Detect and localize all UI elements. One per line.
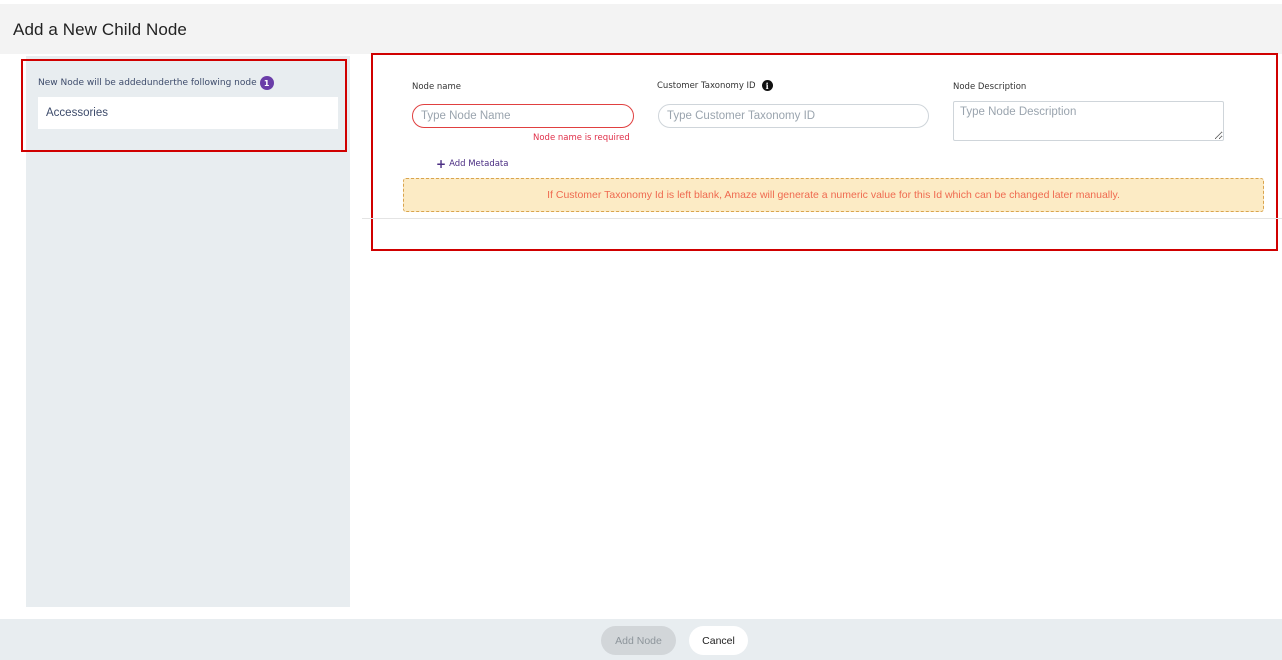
- taxonomy-id-notice: If Customer Taxonomy Id is left blank, A…: [403, 178, 1264, 212]
- info-badge-icon: 1: [259, 76, 274, 90]
- add-metadata-button[interactable]: + Add Metadata: [436, 157, 508, 171]
- parent-node-caption-text: New Node will be addedunderthe following…: [38, 78, 257, 88]
- node-description-textarea[interactable]: [953, 101, 1224, 141]
- parent-node-caption: New Node will be addedunderthe following…: [38, 76, 274, 90]
- node-name-label: Node name: [412, 82, 461, 92]
- add-metadata-label: Add Metadata: [449, 159, 509, 169]
- taxonomy-id-label: Customer Taxonomy ID i: [657, 80, 773, 91]
- node-name-input[interactable]: [412, 104, 634, 128]
- dialog-header: Add a New Child Node: [0, 4, 1282, 54]
- form-highlight: [371, 53, 1278, 251]
- add-node-button[interactable]: Add Node: [601, 626, 676, 655]
- taxonomy-id-input[interactable]: [658, 104, 929, 128]
- form-divider: [362, 218, 1282, 219]
- taxonomy-id-label-text: Customer Taxonomy ID: [657, 80, 756, 91]
- node-name-error: Node name is required: [533, 133, 630, 143]
- dialog-title: Add a New Child Node: [13, 20, 187, 39]
- cancel-button[interactable]: Cancel: [689, 626, 748, 655]
- parent-node-name: Accessories: [38, 97, 338, 129]
- node-description-label: Node Description: [953, 82, 1027, 92]
- info-icon[interactable]: i: [761, 80, 773, 91]
- plus-icon: +: [436, 157, 447, 171]
